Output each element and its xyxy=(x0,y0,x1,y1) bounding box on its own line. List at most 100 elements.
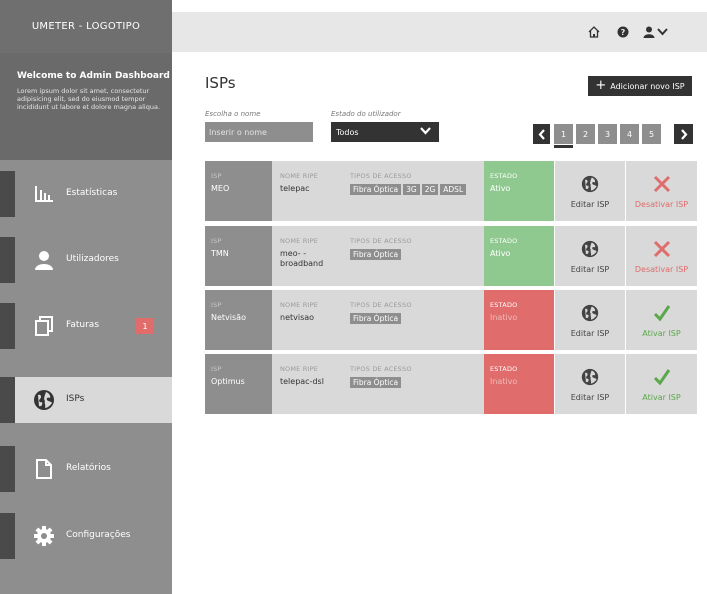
globe-icon xyxy=(581,368,599,390)
tipos-col-label: TIPOS DE ACESSO xyxy=(350,237,412,245)
tipos-col-label: TIPOS DE ACESSO xyxy=(350,172,412,180)
isp-col-label: ISP xyxy=(211,301,222,309)
add-isp-button[interactable]: + Adicionar novo ISP xyxy=(588,76,692,96)
name-filter-label: Escolha o nome xyxy=(205,110,261,118)
home-icon[interactable] xyxy=(588,24,600,40)
next-page-button[interactable] xyxy=(674,124,693,144)
edit-isp-label: Editar ISP xyxy=(570,329,610,338)
sidebar-item-label: Faturas xyxy=(66,320,100,330)
tipos-cell: TIPOS DE ACESSO Fibra Óptica xyxy=(342,354,484,414)
ripe-cell: NOME RIPE meo- -broadband xyxy=(272,226,342,286)
edit-isp-button[interactable]: Editar ISP xyxy=(555,354,625,414)
edit-isp-label: Editar ISP xyxy=(570,200,610,209)
welcome-panel: Welcome to Admin Dashboard Josh, Lorem i… xyxy=(0,53,198,160)
sidebar-item-relatorios[interactable]: Relatórios xyxy=(0,446,172,492)
gear-icon xyxy=(33,525,55,547)
edit-isp-label: Editar ISP xyxy=(570,265,610,274)
isp-cell: ISP MEO xyxy=(205,161,272,221)
deactivate-isp-button[interactable]: Desativar ISP xyxy=(626,226,697,286)
sidebar-item-label: Relatórios xyxy=(66,463,111,473)
activate-isp-label: Ativar ISP xyxy=(642,329,681,338)
isp-cell: ISP Netvisão xyxy=(205,290,272,350)
ripe-name: meo- -broadband xyxy=(280,249,324,268)
activate-isp-button[interactable]: Ativar ISP xyxy=(626,354,697,414)
access-type-tag: Fibra Óptica xyxy=(350,184,402,195)
name-search-input[interactable] xyxy=(205,122,313,142)
page-button-5[interactable]: 5 xyxy=(642,124,661,144)
globe-icon xyxy=(33,389,55,411)
status-cell: ESTADO Inativo xyxy=(484,290,554,350)
nav-accent-bar xyxy=(0,513,15,559)
isp-name: Optimus xyxy=(211,377,245,386)
ripe-col-label: NOME RIPE xyxy=(280,237,319,245)
status-col-label: ESTADO xyxy=(490,365,518,373)
status-value: Inativo xyxy=(490,313,518,322)
status-cell: ESTADO Ativo xyxy=(484,226,554,286)
welcome-text: Lorem ipsum dolor sit amet, consectetur … xyxy=(17,87,161,111)
help-icon[interactable]: ? xyxy=(617,24,629,40)
activate-isp-button[interactable]: Ativar ISP xyxy=(626,290,697,350)
status-select-value: Todos xyxy=(336,127,359,137)
ripe-col-label: NOME RIPE xyxy=(280,365,319,373)
plus-icon: + xyxy=(595,78,607,93)
welcome-title: Welcome to Admin Dashboard Josh, xyxy=(17,71,198,81)
edit-isp-button[interactable]: Editar ISP xyxy=(555,161,625,221)
bar-chart-icon xyxy=(33,183,55,205)
close-icon xyxy=(653,240,671,262)
user-icon xyxy=(33,249,55,271)
status-value: Ativo xyxy=(490,249,511,258)
chevron-down-icon[interactable] xyxy=(657,24,668,40)
page-button-1[interactable]: 1 xyxy=(554,124,573,144)
status-value: Ativo xyxy=(490,184,511,193)
status-col-label: ESTADO xyxy=(490,172,518,180)
sidebar-item-label: Utilizadores xyxy=(66,254,119,264)
page-title: ISPs xyxy=(205,74,236,92)
globe-icon xyxy=(581,240,599,262)
isp-col-label: ISP xyxy=(211,365,222,373)
checkmark-icon xyxy=(653,304,671,326)
globe-icon xyxy=(581,175,599,197)
sidebar-item-faturas[interactable]: Faturas 1 xyxy=(0,303,172,349)
status-cell: ESTADO Inativo xyxy=(484,354,554,414)
ripe-cell: NOME RIPE telepac xyxy=(272,161,342,221)
ripe-col-label: NOME RIPE xyxy=(280,172,319,180)
isp-name: MEO xyxy=(211,184,230,193)
user-menu-icon[interactable] xyxy=(643,24,655,40)
status-value: Inativo xyxy=(490,377,518,386)
edit-isp-button[interactable]: Editar ISP xyxy=(555,290,625,350)
globe-icon xyxy=(581,304,599,326)
checkmark-icon xyxy=(653,368,671,390)
status-select[interactable]: Todos xyxy=(331,122,439,142)
add-isp-label: Adicionar novo ISP xyxy=(610,81,685,91)
sidebar-item-estatisticas[interactable]: Estatísticas xyxy=(0,171,172,217)
ripe-col-label: NOME RIPE xyxy=(280,301,319,309)
sidebar-item-isps[interactable]: ISPs xyxy=(0,377,172,423)
access-type-tag: ADSL xyxy=(440,184,467,195)
sidebar-item-utilizadores[interactable]: Utilizadores xyxy=(0,237,172,283)
page-button-2[interactable]: 2 xyxy=(576,124,595,144)
deactivate-isp-label: Desativar ISP xyxy=(634,200,689,209)
table-row: ISP MEO NOME RIPE telepac TIPOS DE ACESS… xyxy=(205,161,697,221)
tipos-cell: TIPOS DE ACESSO Fibra Óptica xyxy=(342,226,484,286)
sidebar-item-configuracoes[interactable]: Configurações xyxy=(0,513,172,559)
copy-icon xyxy=(33,315,55,337)
isp-name: Netvisão xyxy=(211,313,246,322)
table-row: ISP TMN NOME RIPE meo- -broadband TIPOS … xyxy=(205,226,697,286)
page-button-4[interactable]: 4 xyxy=(620,124,639,144)
ripe-name: telepac-dsl xyxy=(280,377,324,386)
ripe-name: netvisao xyxy=(280,313,315,322)
app-logo: UMETER - LOGOTIPO xyxy=(0,0,172,53)
sidebar-item-label: Configurações xyxy=(66,530,131,540)
tipos-cell: TIPOS DE ACESSO Fibra Óptica xyxy=(342,290,484,350)
sidebar: UMETER - LOGOTIPO Welcome to Admin Dashb… xyxy=(0,0,198,594)
nav-accent-bar xyxy=(0,377,15,423)
isp-col-label: ISP xyxy=(211,172,222,180)
edit-isp-button[interactable]: Editar ISP xyxy=(555,226,625,286)
top-bar: ? xyxy=(172,12,707,52)
page-button-3[interactable]: 3 xyxy=(598,124,617,144)
prev-page-button[interactable] xyxy=(533,124,550,144)
deactivate-isp-button[interactable]: Desativar ISP xyxy=(626,161,697,221)
activate-isp-label: Ativar ISP xyxy=(642,393,681,402)
isp-col-label: ISP xyxy=(211,237,222,245)
chevron-down-icon xyxy=(420,126,431,138)
